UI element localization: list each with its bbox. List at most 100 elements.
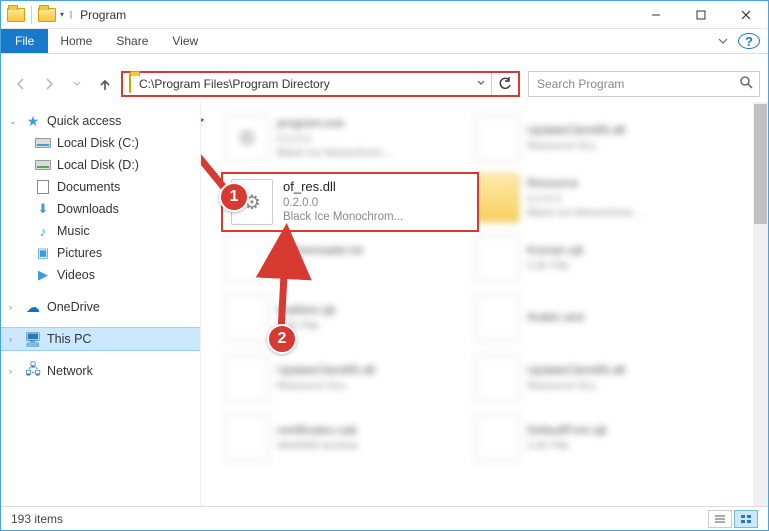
up-button[interactable]: [93, 72, 117, 96]
network-icon: 🖧: [25, 364, 41, 378]
ribbon-expand-chevron[interactable]: [708, 29, 738, 53]
star-icon: ★: [25, 114, 41, 128]
window-title: Program: [80, 8, 126, 22]
navigation-bar: C:\Program Files\Program Directory Searc…: [1, 66, 768, 102]
sidebar-label: Local Disk (C:): [57, 136, 139, 150]
back-button[interactable]: [9, 72, 33, 96]
view-mode-switcher: [708, 510, 758, 528]
doc-icon: [225, 414, 269, 462]
sidebar-onedrive[interactable]: › ☁ OneDrive: [1, 296, 200, 318]
file-item[interactable]: Resource0.2.0.0Black Ice Monochrom...: [471, 168, 721, 228]
sidebar-this-pc[interactable]: ›🖥This PC: [1, 328, 200, 350]
sidebar-item-videos[interactable]: ▶ Videos: [1, 264, 200, 286]
large-icons-view-button[interactable]: [734, 510, 758, 528]
file-name: of_res.dll: [283, 179, 403, 196]
explorer-window: ▾ | Program File Home Share View ?: [0, 0, 769, 531]
file-item[interactable]: Arabic.wrd: [471, 288, 721, 348]
folder-icon: [475, 174, 519, 222]
sidebar-item-documents[interactable]: Documents: [1, 176, 200, 198]
search-icon[interactable]: [733, 76, 759, 92]
help-button[interactable]: ?: [738, 33, 760, 49]
minimize-icon: [651, 10, 661, 20]
doc-icon: [475, 414, 519, 462]
videos-icon: ▶: [35, 268, 51, 282]
sidebar-item-music[interactable]: ♪ Music: [1, 220, 200, 242]
sidebar-item-downloads[interactable]: ⬇ Downloads: [1, 198, 200, 220]
sidebar-label: Music: [57, 224, 90, 238]
file-item[interactable]: DefaultFont.cjkCJK File: [471, 408, 721, 468]
doc-icon: [475, 294, 519, 342]
navigation-pane: ⌄ ★ Quick access Local Disk (C:) Local D…: [1, 102, 201, 506]
magnifier-icon: [740, 76, 753, 89]
sidebar-label: This PC: [47, 332, 91, 346]
recent-locations-chevron[interactable]: [65, 72, 89, 96]
download-icon: ⬇: [35, 202, 51, 216]
close-button[interactable]: [723, 1, 768, 29]
sidebar-label: OneDrive: [47, 300, 100, 314]
chevron-down-icon: [477, 79, 485, 87]
doc-icon: [475, 354, 519, 402]
sidebar-label: Quick access: [47, 114, 121, 128]
forward-button[interactable]: [37, 72, 61, 96]
expand-chevron-icon[interactable]: ›: [9, 366, 12, 376]
file-item[interactable]: Korean.cjkCJK File: [471, 228, 721, 288]
arrow-up-icon: [98, 77, 112, 91]
file-item[interactable]: certificates.cabWinRAR Archive: [221, 408, 471, 468]
arrow-right-icon: [42, 77, 56, 91]
doc-icon: [475, 234, 519, 282]
file-item[interactable]: UpdateClient65.dllResource DLL: [221, 348, 471, 408]
sidebar-label: Videos: [57, 268, 95, 282]
doc-icon: [475, 114, 519, 162]
file-text: of_res.dll 0.2.0.0 Black Ice Monochrom..…: [283, 179, 403, 226]
file-list-pane[interactable]: program.exe0.2.0.0Black Ice Monochrom...…: [201, 102, 768, 506]
qat-customize-chevron[interactable]: ▾: [58, 8, 66, 21]
folder-icon: [7, 8, 25, 22]
chevron-down-icon: [73, 80, 81, 88]
sidebar-label: Pictures: [57, 246, 102, 260]
vertical-scrollbar[interactable]: [753, 102, 768, 506]
tab-view[interactable]: View: [160, 29, 210, 53]
details-view-button[interactable]: [708, 510, 732, 528]
qat-divider: [31, 6, 32, 24]
details-view-icon: [714, 514, 726, 524]
sidebar-network[interactable]: › 🖧 Network: [1, 360, 200, 382]
tab-home[interactable]: Home: [48, 29, 104, 53]
music-icon: ♪: [35, 224, 51, 238]
search-box[interactable]: Search Program: [528, 71, 760, 97]
file-item[interactable]: UpdateClient65.dllResource DLL: [471, 348, 721, 408]
maximize-button[interactable]: [678, 1, 723, 29]
folder-icon: [123, 75, 137, 93]
file-item[interactable]: UpdateClient65.dllResource DLL: [471, 108, 721, 168]
tab-share[interactable]: Share: [104, 29, 160, 53]
sidebar-label: Local Disk (D:): [57, 158, 139, 172]
file-version: 0.2.0.0: [283, 196, 403, 211]
sidebar-item-pictures[interactable]: ▣Pictures: [1, 242, 200, 264]
drive-icon: [35, 160, 51, 170]
scrollbar-thumb[interactable]: [754, 104, 767, 224]
sidebar-label: Downloads: [57, 202, 119, 216]
callout-badge-1: 1: [219, 182, 249, 212]
address-history-chevron[interactable]: [471, 79, 491, 90]
refresh-button[interactable]: [492, 72, 518, 96]
maximize-icon: [696, 10, 706, 20]
expand-chevron-icon[interactable]: ›: [9, 334, 12, 344]
cloud-icon: ☁: [25, 300, 41, 314]
close-icon: [741, 10, 751, 20]
quick-access-toolbar: ▾ |: [1, 6, 74, 24]
titlebar: ▾ | Program: [1, 1, 768, 29]
refresh-icon: [498, 77, 512, 91]
sidebar-quick-access[interactable]: ⌄ ★ Quick access: [1, 110, 200, 132]
expand-chevron-icon[interactable]: ›: [9, 302, 12, 312]
address-bar[interactable]: C:\Program Files\Program Directory: [121, 71, 520, 97]
minimize-button[interactable]: [633, 1, 678, 29]
status-item-count: 193 items: [11, 512, 63, 526]
sidebar-item-local-disk-c[interactable]: Local Disk (C:): [1, 132, 200, 154]
drive-icon: [35, 138, 51, 148]
file-tab[interactable]: File: [1, 29, 48, 53]
arrow-left-icon: [14, 77, 28, 91]
address-path[interactable]: C:\Program Files\Program Directory: [137, 77, 471, 91]
qat-separator: |: [68, 8, 74, 21]
sidebar-label: Network: [47, 364, 93, 378]
sidebar-item-local-disk-d[interactable]: Local Disk (D:): [1, 154, 200, 176]
collapse-chevron-icon[interactable]: ⌄: [9, 116, 17, 127]
